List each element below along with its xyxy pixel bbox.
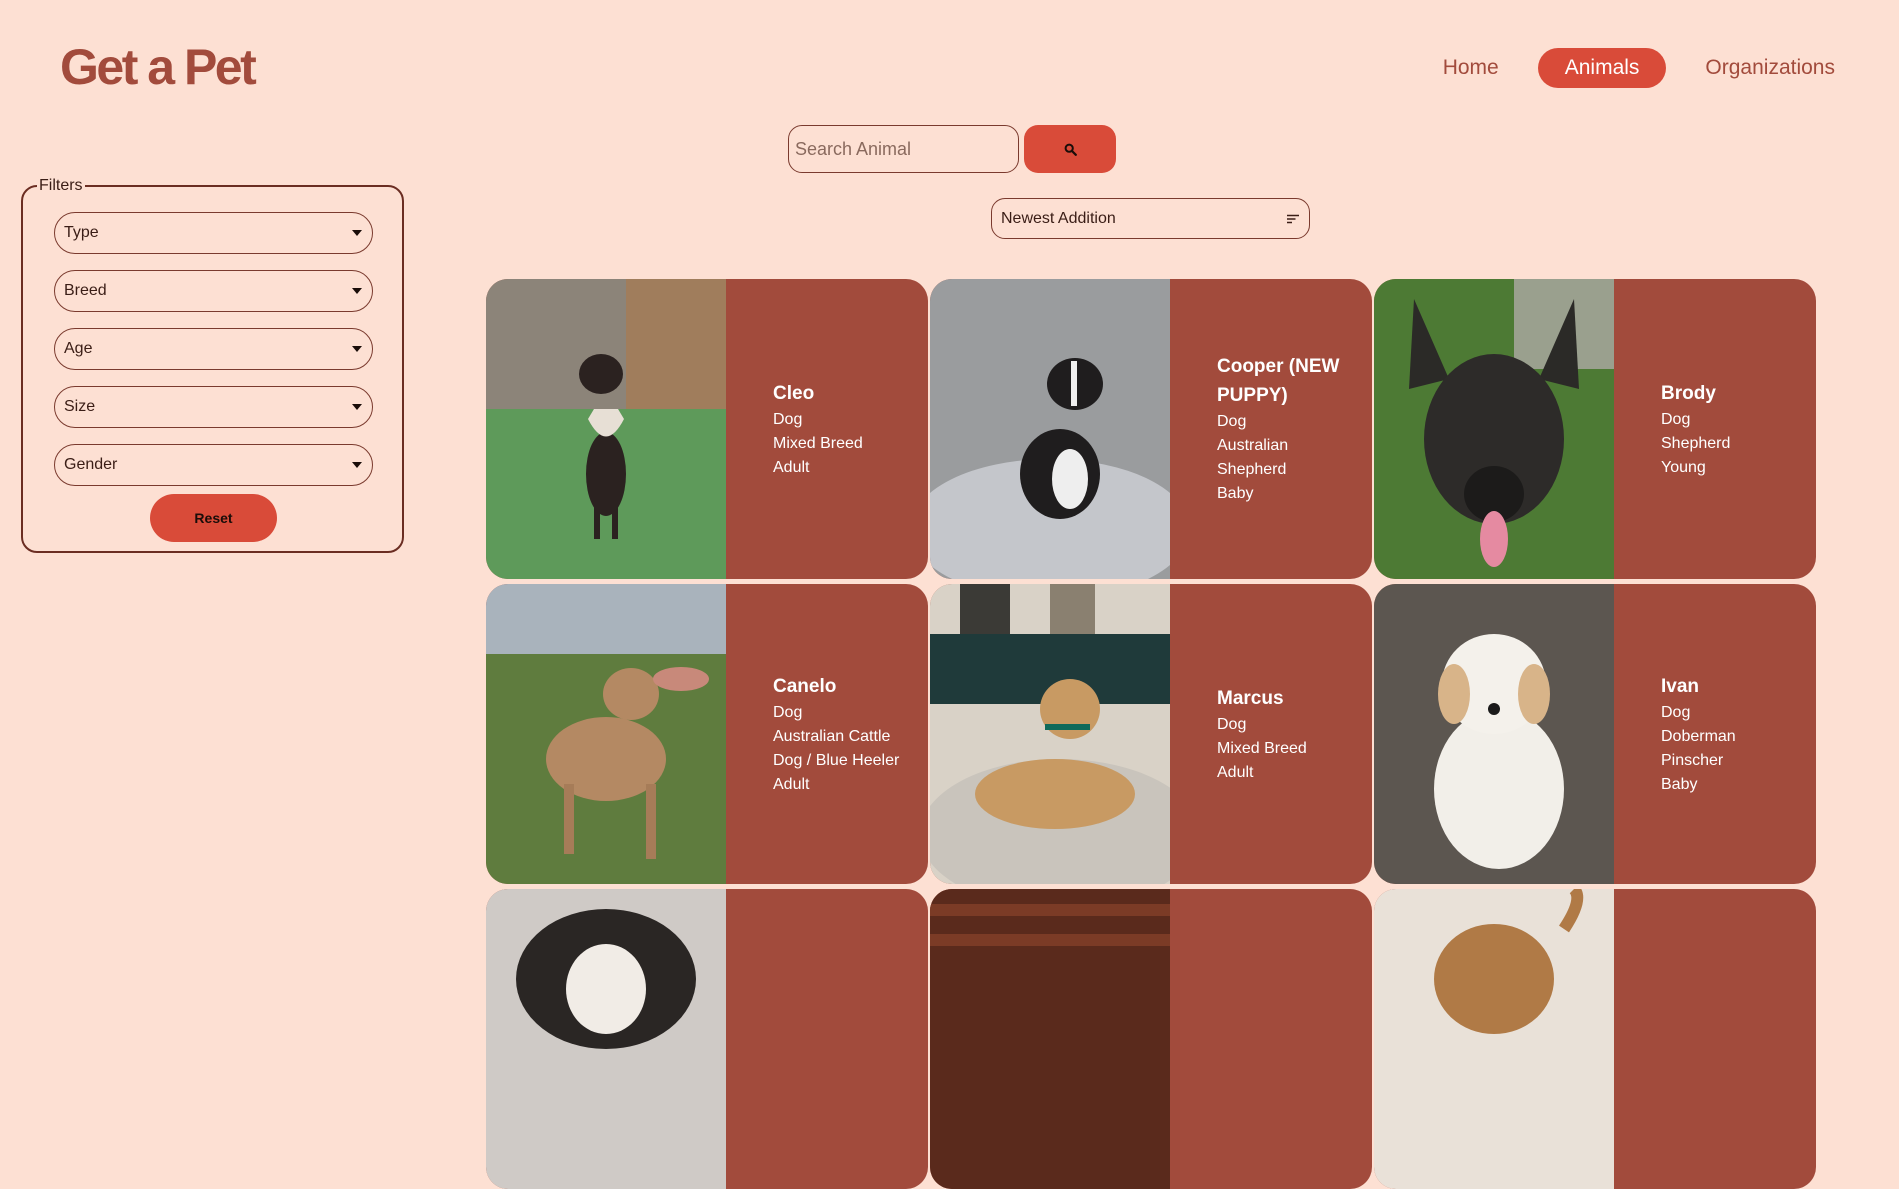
animal-card[interactable]: Cooper (NEW PUPPY) Dog Australian Shephe…	[930, 279, 1372, 579]
animal-card[interactable]: Canelo Dog Australian Cattle Dog / Blue …	[486, 584, 928, 884]
animal-age: Young	[1661, 458, 1706, 476]
search-bar	[788, 125, 1116, 173]
filters-panel: Filters Type Breed Age Size Gender Reset	[21, 177, 404, 553]
search-button[interactable]	[1024, 125, 1116, 173]
animal-photo	[1374, 889, 1614, 1189]
animal-name: Canelo	[773, 675, 837, 697]
sort-selected-label: Newest Addition	[1001, 209, 1116, 227]
animal-type: Dog	[1217, 413, 1247, 430]
filter-gender-label: Gender	[64, 456, 118, 473]
animal-card[interactable]	[1374, 889, 1816, 1189]
animal-breed: Doberman Pinscher	[1661, 727, 1736, 769]
animal-name: Ivan	[1661, 675, 1700, 697]
animal-name: Cooper (NEW PUPPY)	[1217, 356, 1340, 406]
animal-card[interactable]: Brody Dog Shepherd Young	[1374, 279, 1816, 579]
animal-card[interactable]: Cleo Dog Mixed Breed Adult	[486, 279, 928, 579]
nav-organizations[interactable]: Organizations	[1678, 48, 1862, 88]
animal-breed: Australian Shepherd	[1217, 437, 1289, 478]
filter-type-select[interactable]: Type	[54, 212, 373, 254]
animal-type: Dog	[773, 410, 803, 428]
filter-age-label: Age	[64, 340, 93, 357]
animal-age: Adult	[773, 775, 810, 793]
chevron-down-icon	[352, 462, 362, 468]
filter-size-select[interactable]: Size	[54, 386, 373, 428]
animal-info: Cleo Dog Mixed Breed Adult	[726, 279, 928, 579]
reset-button[interactable]: Reset	[150, 494, 277, 542]
sort-select[interactable]: Newest Addition	[991, 198, 1310, 239]
animal-card[interactable]	[486, 889, 928, 1189]
animal-name: Marcus	[1217, 687, 1284, 709]
sort-icon	[1287, 214, 1299, 223]
animal-type: Dog	[1217, 715, 1247, 733]
animal-info: Brody Dog Shepherd Young	[1614, 279, 1816, 579]
animal-name: Brody	[1661, 382, 1716, 404]
animal-photo	[930, 889, 1170, 1189]
animal-photo	[1374, 279, 1614, 579]
animal-age: Baby	[1217, 485, 1254, 502]
animal-photo	[930, 279, 1170, 579]
chevron-down-icon	[352, 346, 362, 352]
animal-type: Dog	[773, 703, 803, 721]
filters-legend: Filters	[37, 177, 85, 195]
animal-photo	[1374, 584, 1614, 884]
animal-info: Ivan Dog Doberman Pinscher Baby	[1614, 584, 1816, 884]
search-icon	[1064, 143, 1077, 156]
animal-type: Dog	[1661, 703, 1691, 721]
chevron-down-icon	[352, 288, 362, 294]
animal-age: Adult	[773, 458, 810, 476]
animal-breed: Shepherd	[1661, 434, 1731, 452]
search-input[interactable]	[788, 125, 1019, 173]
chevron-down-icon	[352, 404, 362, 410]
main-nav: Home Animals Organizations	[1404, 48, 1862, 88]
animal-age: Baby	[1661, 775, 1698, 793]
nav-animals[interactable]: Animals	[1537, 48, 1667, 88]
filter-age-select[interactable]: Age	[54, 328, 373, 370]
filter-size-label: Size	[64, 398, 96, 415]
animal-type: Dog	[1661, 410, 1691, 428]
animal-name: Cleo	[773, 382, 815, 404]
animal-card[interactable]: Ivan Dog Doberman Pinscher Baby	[1374, 584, 1816, 884]
animal-photo	[486, 584, 726, 884]
filter-breed-label: Breed	[64, 282, 107, 299]
animal-breed: Mixed Breed	[1217, 739, 1307, 757]
animal-card[interactable]: Marcus Dog Mixed Breed Adult	[930, 584, 1372, 884]
header: Get a Pet Home Animals Organizations	[0, 0, 1899, 120]
logo[interactable]: Get a Pet	[60, 38, 257, 96]
filter-gender-select[interactable]: Gender	[54, 444, 373, 486]
chevron-down-icon	[352, 230, 362, 236]
animal-photo	[930, 584, 1170, 884]
animal-info: Cooper (NEW PUPPY) Dog Australian Shephe…	[1170, 279, 1372, 579]
animal-info: Canelo Dog Australian Cattle Dog / Blue …	[726, 584, 928, 884]
filter-breed-select[interactable]: Breed	[54, 270, 373, 312]
animal-breed: Mixed Breed	[773, 434, 863, 452]
animal-info: Marcus Dog Mixed Breed Adult	[1170, 584, 1372, 884]
filter-type-label: Type	[64, 224, 99, 241]
animal-age: Adult	[1217, 763, 1254, 781]
nav-home[interactable]: Home	[1416, 48, 1526, 88]
animal-photo	[486, 889, 726, 1189]
animal-card[interactable]	[930, 889, 1372, 1189]
animal-photo	[486, 279, 726, 579]
animal-breed: Australian Cattle Dog / Blue Heeler	[773, 727, 900, 769]
